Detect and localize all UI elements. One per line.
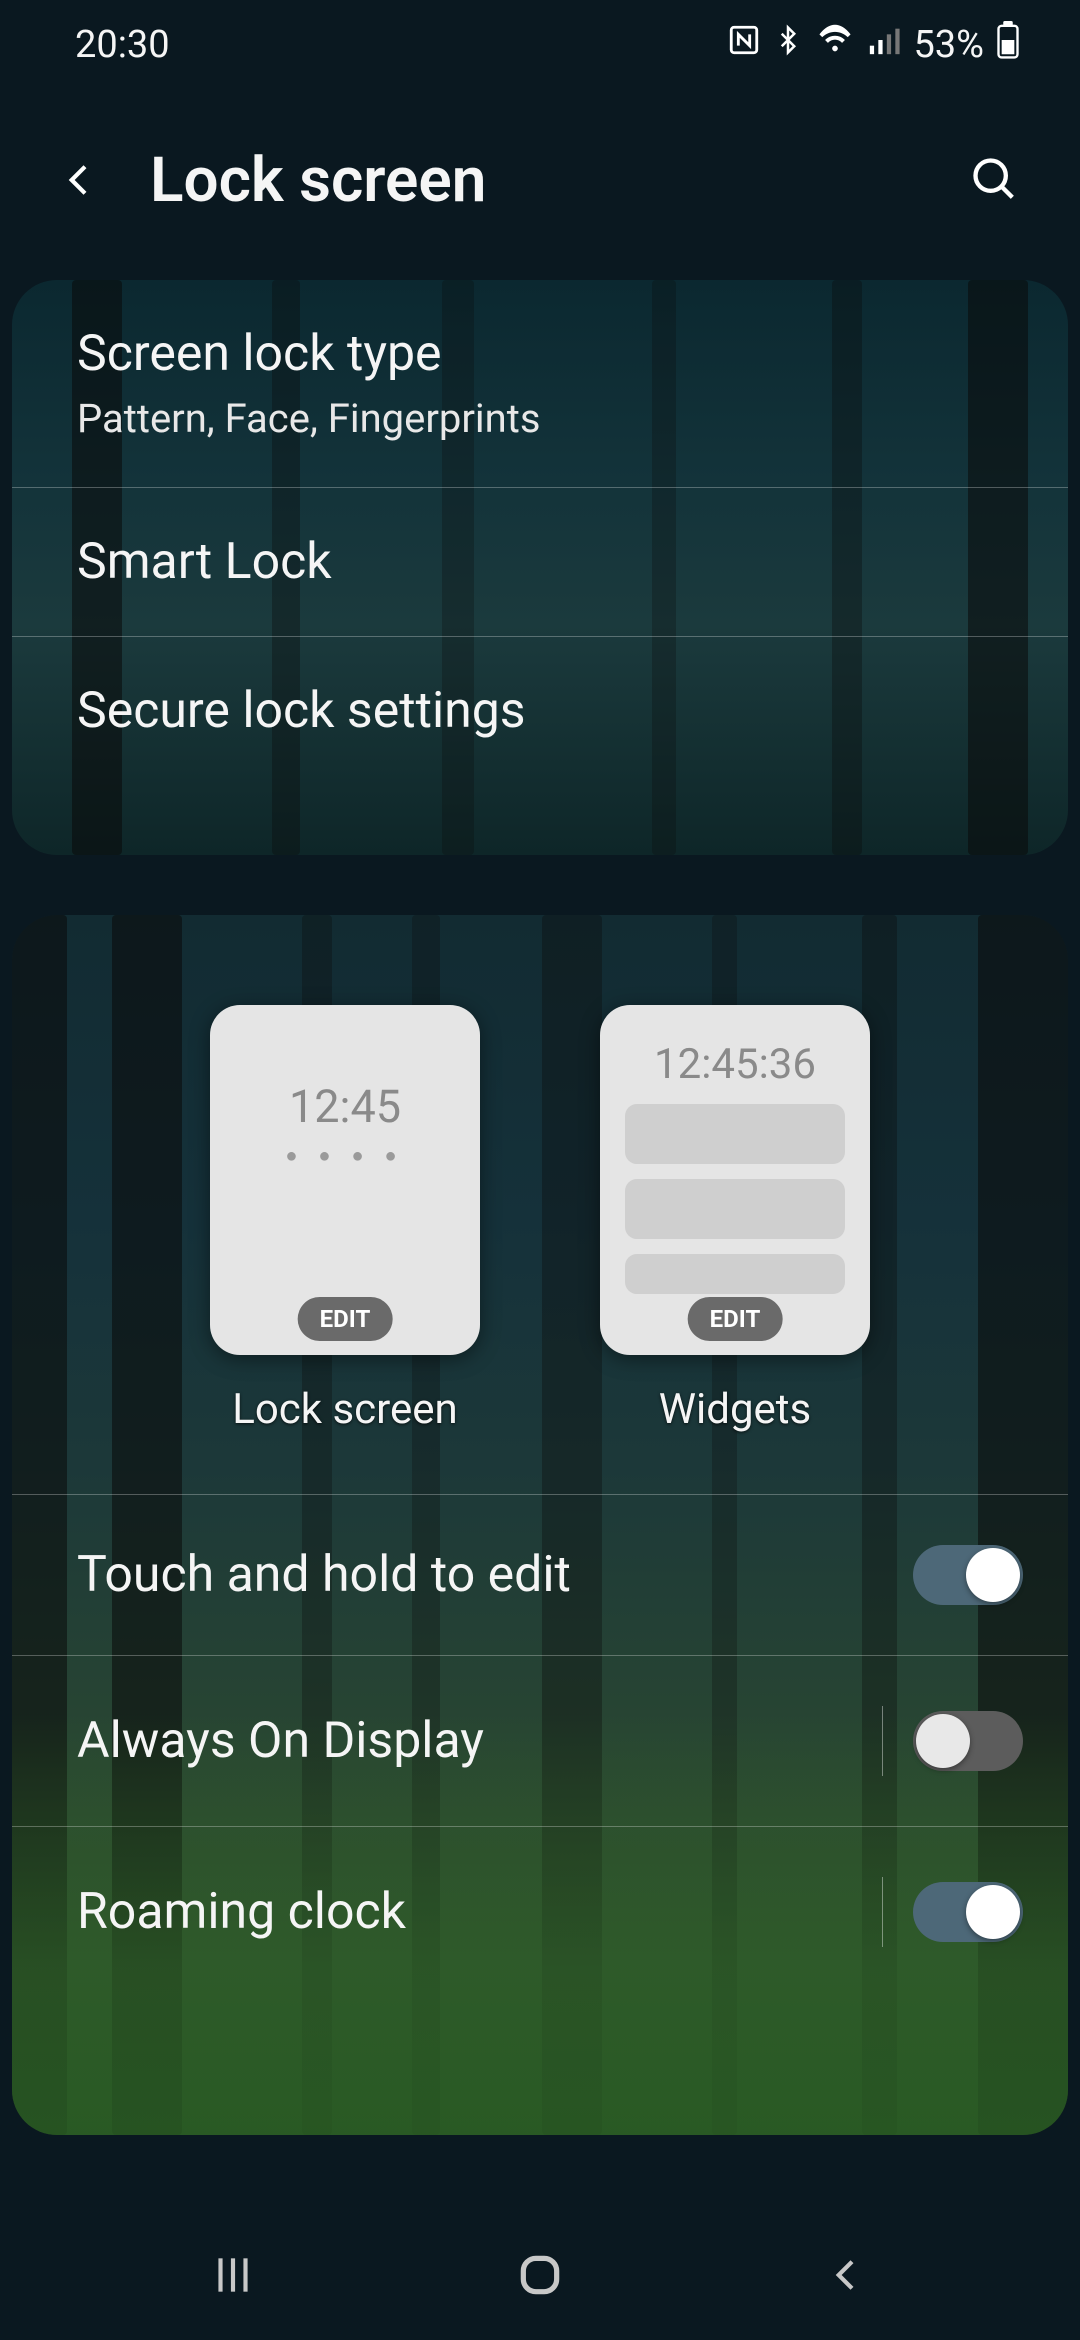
toggle-roaming-clock[interactable]: Roaming clock: [12, 1826, 1068, 1997]
edit-button[interactable]: EDIT: [688, 1297, 783, 1341]
list-title: Secure lock settings: [77, 682, 1003, 740]
nav-home-button[interactable]: [495, 2245, 585, 2305]
switch[interactable]: [913, 1545, 1023, 1605]
nav-recents-button[interactable]: [188, 2245, 278, 2305]
battery-icon: [996, 21, 1020, 69]
page-title: Lock screen: [150, 144, 955, 217]
preview-label: Lock screen: [232, 1385, 458, 1434]
preview-time: 12:45:36: [654, 1040, 816, 1089]
status-time: 20:30: [75, 23, 170, 67]
preview-widgets[interactable]: 12:45:36 EDIT Widgets: [600, 1005, 870, 1434]
home-icon: [515, 2250, 565, 2300]
toggle-touch-hold-edit[interactable]: Touch and hold to edit: [12, 1494, 1068, 1655]
widget-placeholder: [625, 1254, 845, 1294]
bluetooth-icon: [773, 23, 803, 67]
toggle-title: Touch and hold to edit: [77, 1546, 571, 1604]
status-bar: 20:30 53%: [0, 0, 1080, 90]
preview-lock-screen[interactable]: 12:45 ● ● ● ● EDIT Lock screen: [210, 1005, 480, 1434]
list-title: Screen lock type: [77, 325, 1003, 383]
list-item-screen-lock-type[interactable]: Screen lock type Pattern, Face, Fingerpr…: [12, 280, 1068, 488]
separator: [882, 1877, 883, 1947]
widget-placeholder: [625, 1104, 845, 1164]
battery-percent: 53%: [913, 23, 984, 67]
status-right: 53%: [727, 21, 1020, 69]
back-icon: [827, 2250, 867, 2300]
preview-row: 12:45 ● ● ● ● EDIT Lock screen 12:45:36 …: [12, 915, 1068, 1494]
preview-label: Widgets: [659, 1385, 811, 1434]
separator: [882, 1706, 883, 1776]
nfc-icon: [727, 23, 761, 67]
nav-back-button[interactable]: [802, 2245, 892, 2305]
header: Lock screen: [0, 90, 1080, 280]
chevron-left-icon: [60, 150, 100, 210]
search-button[interactable]: [955, 140, 1035, 220]
toggle-title: Always On Display: [77, 1712, 484, 1770]
lock-settings-card: Screen lock type Pattern, Face, Fingerpr…: [12, 280, 1068, 855]
lock-preview-card: 12:45 ● ● ● ● EDIT Lock screen 12:45:36 …: [12, 915, 1068, 2135]
phone-preview: 12:45 ● ● ● ● EDIT: [210, 1005, 480, 1355]
list-item-smart-lock[interactable]: Smart Lock: [12, 488, 1068, 637]
navigation-bar: [0, 2210, 1080, 2340]
list-title: Smart Lock: [77, 533, 1003, 591]
search-icon: [969, 154, 1021, 206]
back-button[interactable]: [40, 140, 120, 220]
list-subtitle: Pattern, Face, Fingerprints: [77, 395, 1003, 442]
edit-button[interactable]: EDIT: [298, 1297, 393, 1341]
toggle-title: Roaming clock: [77, 1883, 406, 1941]
preview-time: 12:45: [289, 1080, 401, 1133]
recents-icon: [208, 2250, 258, 2300]
wifi-icon: [815, 23, 855, 67]
preview-dots: ● ● ● ●: [285, 1143, 404, 1168]
widget-placeholder: [625, 1179, 845, 1239]
signal-icon: [867, 23, 901, 67]
switch[interactable]: [913, 1882, 1023, 1942]
list-item-secure-lock-settings[interactable]: Secure lock settings: [12, 637, 1068, 785]
switch[interactable]: [913, 1711, 1023, 1771]
toggle-always-on-display[interactable]: Always On Display: [12, 1655, 1068, 1826]
phone-preview: 12:45:36 EDIT: [600, 1005, 870, 1355]
